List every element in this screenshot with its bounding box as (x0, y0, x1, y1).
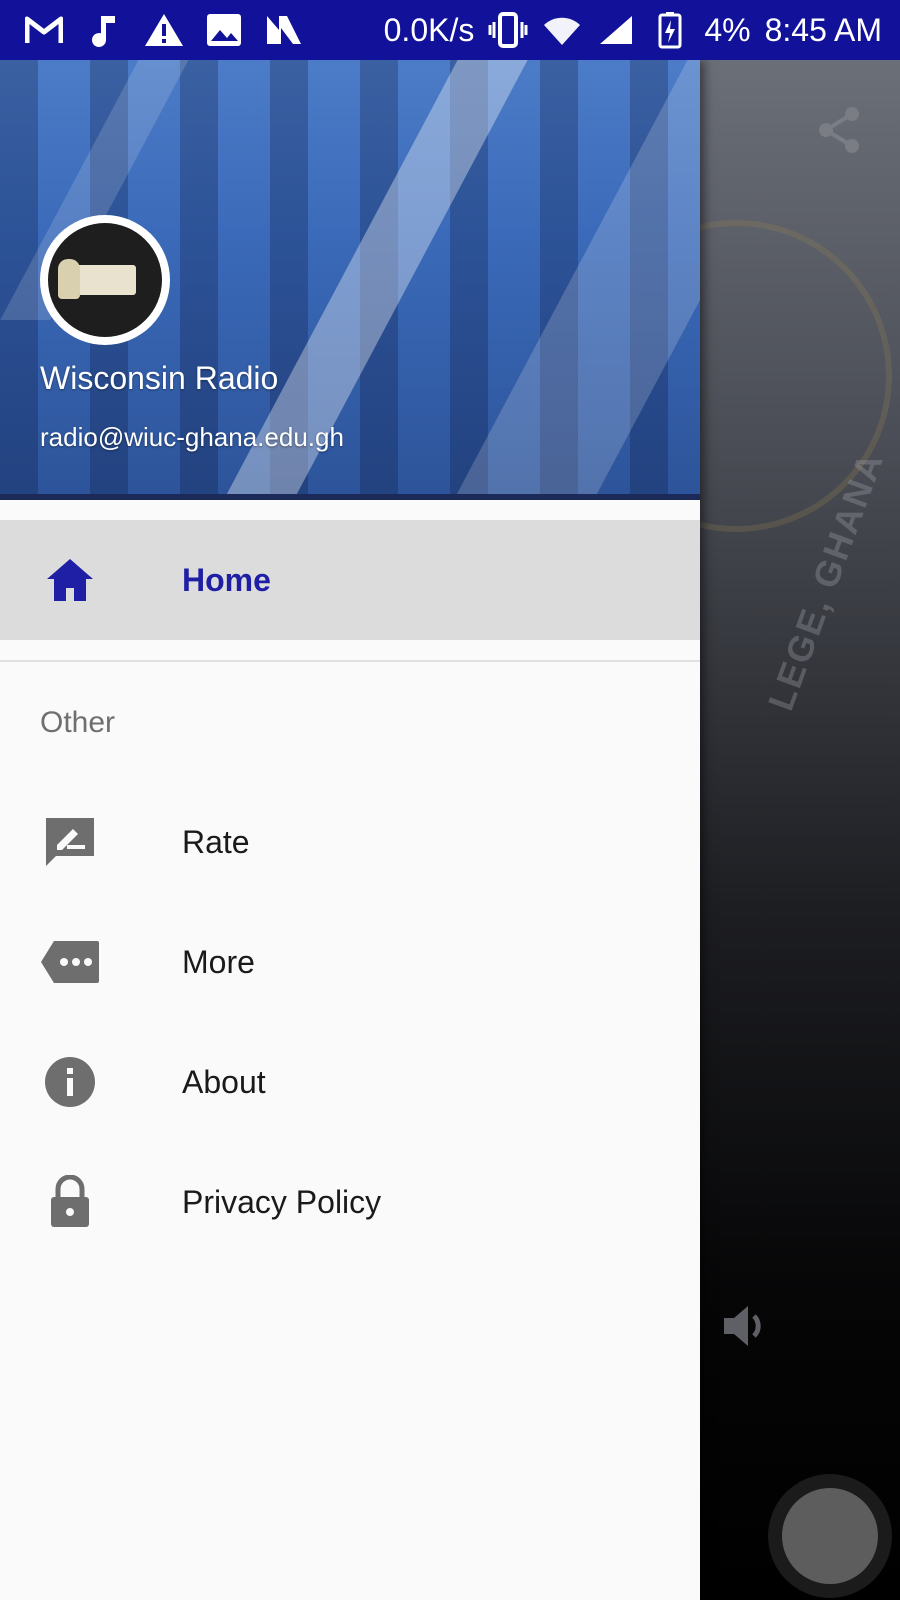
rate-review-icon (40, 812, 100, 872)
navigation-drawer: Wisconsin Radio radio@wiuc-ghana.edu.gh … (0, 60, 700, 1600)
radio-logo-mark (58, 259, 136, 299)
menu-item-label: Privacy Policy (182, 1183, 382, 1220)
battery-charging-icon (650, 10, 690, 50)
status-indicators: 0.0K/s 4% 8:45 AM (384, 10, 882, 50)
radio-logo (48, 223, 162, 337)
menu-item-about[interactable]: About (0, 1022, 700, 1142)
menu-item-more[interactable]: More (0, 902, 700, 1022)
drawer-header: Wisconsin Radio radio@wiuc-ghana.edu.gh (0, 60, 700, 500)
menu-item-label: More (182, 943, 255, 980)
music-note-icon (84, 10, 124, 50)
vibrate-icon (488, 10, 528, 50)
clock: 8:45 AM (764, 11, 882, 48)
menu-item-label: Rate (182, 823, 250, 860)
n-app-icon (264, 10, 304, 50)
avatar[interactable] (40, 215, 170, 345)
lock-icon (40, 1172, 100, 1232)
menu-item-label: Home (182, 561, 271, 598)
notification-icons (24, 10, 304, 50)
home-icon (40, 550, 100, 610)
background-app: LEGE, GHANA (700, 60, 900, 1600)
menu-item-label: About (182, 1063, 266, 1100)
gmail-icon (24, 10, 64, 50)
menu-item-home[interactable]: Home (0, 520, 700, 640)
volume-icon[interactable] (718, 1298, 774, 1354)
more-label-icon (40, 932, 100, 992)
wifi-icon (542, 10, 582, 50)
header-bottom-border (0, 494, 700, 500)
section-header-other: Other (40, 706, 116, 739)
net-speed: 0.0K/s (383, 11, 475, 48)
info-icon (40, 1052, 100, 1112)
play-button[interactable] (782, 1488, 878, 1584)
menu-item-rate[interactable]: Rate (0, 782, 700, 902)
warning-icon (144, 10, 184, 50)
share-icon[interactable] (812, 102, 868, 158)
image-icon (204, 10, 244, 50)
drawer-title: Wisconsin Radio (40, 360, 279, 396)
drawer-email: radio@wiuc-ghana.edu.gh (40, 422, 344, 452)
menu-spacer (0, 500, 700, 520)
signal-icon (596, 10, 636, 50)
status-bar: 0.0K/s 4% 8:45 AM (0, 0, 900, 60)
battery-percent: 4% (704, 11, 751, 48)
menu-item-privacy-policy[interactable]: Privacy Policy (0, 1142, 700, 1262)
